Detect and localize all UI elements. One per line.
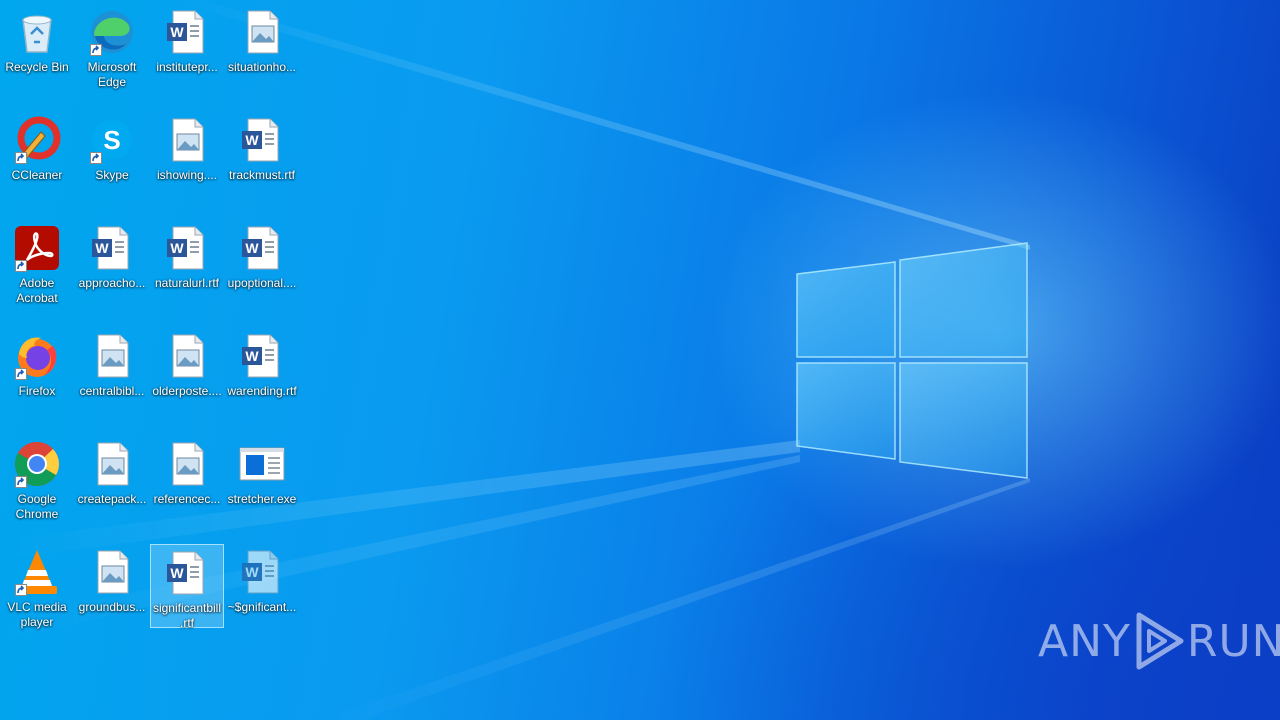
shortcut-arrow-icon — [15, 476, 27, 488]
desktop-icon-word-doc[interactable]: Wupoptional.... — [225, 220, 299, 291]
desktop-icon-label: createpack... — [77, 492, 147, 506]
desktop-icon-word-doc[interactable]: Winstitutepr... — [150, 4, 224, 75]
anyrun-watermark: ANY RUN — [1038, 606, 1280, 676]
chrome-icon — [13, 440, 61, 488]
image-file-icon — [88, 332, 136, 380]
desktop-icon-word-doc[interactable]: Wapproacho... — [75, 220, 149, 291]
shortcut-arrow-icon — [90, 152, 102, 164]
desktop-icon-label: olderposte.... — [152, 384, 222, 398]
watermark-text-left: ANY — [1038, 615, 1131, 667]
word-doc-temp-icon: W — [238, 548, 286, 596]
image-file-icon — [238, 8, 286, 56]
edge-icon — [88, 8, 136, 56]
skype-icon: S — [88, 116, 136, 164]
image-file-icon — [163, 332, 211, 380]
play-icon — [1136, 612, 1184, 670]
word-doc-icon: W — [238, 116, 286, 164]
desktop-icon-label: CCleaner — [11, 168, 63, 182]
desktop-icon-label: approacho... — [78, 276, 146, 290]
desktop-icon-label: centralbibl... — [79, 384, 145, 398]
desktop-icon-label: groundbus... — [78, 600, 146, 614]
exe-icon — [238, 440, 286, 488]
desktop-icon-label: Recycle Bin — [5, 60, 69, 74]
shortcut-arrow-icon — [90, 44, 102, 56]
desktop-icon-vlc[interactable]: VLC media player — [0, 544, 74, 630]
word-doc-icon: W — [238, 332, 286, 380]
svg-text:W: W — [245, 132, 259, 148]
word-doc-icon: W — [163, 224, 211, 272]
svg-text:S: S — [103, 125, 120, 155]
watermark-text-right: RUN — [1186, 615, 1280, 667]
ccleaner-icon — [13, 116, 61, 164]
desktop-icon-image-file[interactable]: createpack... — [75, 436, 149, 507]
desktop-icon-word-doc-temp[interactable]: W ~$gnificant... — [225, 544, 299, 615]
desktop-icon-label: trackmust.rtf — [228, 168, 295, 182]
svg-text:W: W — [95, 240, 109, 256]
desktop-icon-label: Firefox — [18, 384, 56, 398]
image-file-icon — [88, 440, 136, 488]
desktop-icon-ccleaner[interactable]: CCleaner — [0, 112, 74, 183]
desktop-icon-image-file[interactable]: ishowing.... — [150, 112, 224, 183]
desktop-icon-chrome[interactable]: Google Chrome — [0, 436, 74, 522]
desktop-icon-skype[interactable]: S Skype — [75, 112, 149, 183]
recycle-bin-icon — [13, 8, 61, 56]
desktop-icon-label: referencec... — [153, 492, 221, 506]
svg-text:W: W — [170, 240, 184, 256]
svg-text:W: W — [170, 24, 184, 40]
desktop-icon-label: naturalurl.rtf — [154, 276, 220, 290]
desktop-icon-label: ishowing.... — [156, 168, 218, 182]
desktop-icon-word-doc[interactable]: Wwarending.rtf — [225, 328, 299, 399]
svg-text:W: W — [170, 565, 184, 581]
desktop-icon-image-file[interactable]: groundbus... — [75, 544, 149, 615]
acrobat-icon — [13, 224, 61, 272]
shortcut-arrow-icon — [15, 260, 27, 272]
desktop-icon-label: situationho... — [227, 60, 297, 74]
desktop-icon-label: upoptional.... — [227, 276, 297, 290]
desktop-icon-word-doc[interactable]: Wnaturalurl.rtf — [150, 220, 224, 291]
desktop-icon-label: VLC media player — [7, 600, 67, 629]
desktop-icon-image-file[interactable]: olderposte.... — [150, 328, 224, 399]
word-doc-icon: W — [88, 224, 136, 272]
word-doc-icon: W — [238, 224, 286, 272]
word-doc-icon: W — [163, 549, 211, 597]
desktop-icon-word-doc[interactable]: Wtrackmust.rtf — [225, 112, 299, 183]
desktop-icon-label: significantbill.rtf — [152, 601, 222, 630]
word-doc-icon: W — [163, 8, 211, 56]
desktop-icon-label: institutepr... — [156, 60, 218, 74]
desktop-icon-acrobat[interactable]: Adobe Acrobat — [0, 220, 74, 306]
svg-text:W: W — [245, 348, 259, 364]
image-file-icon — [163, 440, 211, 488]
desktop-icon-image-file[interactable]: referencec... — [150, 436, 224, 507]
desktop-icon-label: Skype — [95, 168, 129, 182]
desktop-icon-word-doc[interactable]: Wsignificantbill.rtf — [150, 544, 224, 630]
desktop-icon-label: Google Chrome — [15, 492, 59, 521]
desktop-icon-firefox[interactable]: Firefox — [0, 328, 74, 399]
desktop-icon-image-file[interactable]: situationho... — [225, 4, 299, 75]
shortcut-arrow-icon — [15, 584, 27, 596]
svg-text:W: W — [245, 564, 259, 580]
vlc-icon — [13, 548, 61, 596]
shortcut-arrow-icon — [15, 368, 27, 380]
image-file-icon — [88, 548, 136, 596]
desktop-icon-label: Microsoft Edge — [87, 60, 137, 89]
image-file-icon — [163, 116, 211, 164]
svg-text:W: W — [245, 240, 259, 256]
desktop-icon-label: Adobe Acrobat — [16, 276, 58, 305]
desktop-icon-edge[interactable]: Microsoft Edge — [75, 4, 149, 90]
desktop-icon-exe[interactable]: stretcher.exe — [225, 436, 299, 507]
desktop-icon-label: warending.rtf — [227, 384, 297, 398]
desktop[interactable]: Recycle Bin Microsoft Edge Winstitutepr...… — [0, 0, 1280, 720]
desktop-icon-label: ~$gnificant... — [227, 600, 297, 614]
desktop-icon-label: stretcher.exe — [227, 492, 297, 506]
desktop-icon-recycle-bin[interactable]: Recycle Bin — [0, 4, 74, 75]
desktop-icon-image-file[interactable]: centralbibl... — [75, 328, 149, 399]
firefox-icon — [13, 332, 61, 380]
shortcut-arrow-icon — [15, 152, 27, 164]
